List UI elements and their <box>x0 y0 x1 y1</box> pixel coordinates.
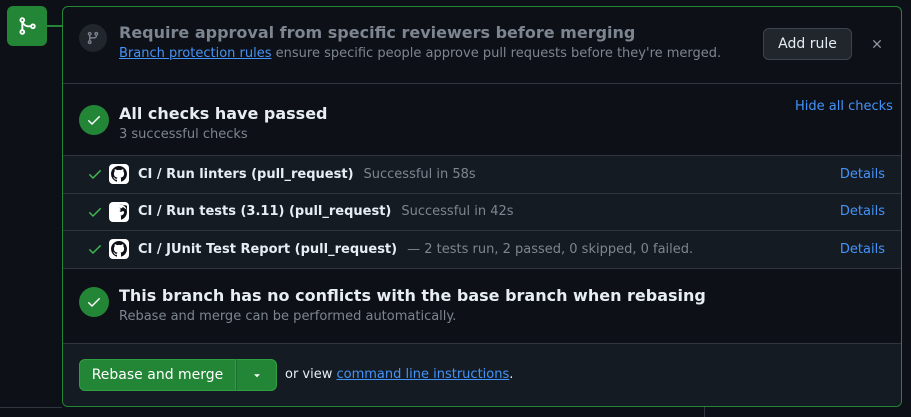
merge-button-group: Rebase and merge <box>79 358 277 391</box>
merge-actions: Rebase and merge or view command line in… <box>63 343 901 406</box>
command-line-instructions-link[interactable]: command line instructions <box>337 367 510 382</box>
git-branch-icon <box>79 24 107 52</box>
github-logo-icon <box>109 164 129 185</box>
timeline-connector <box>47 25 63 27</box>
merge-alt-prefix: or view <box>285 366 337 382</box>
triangle-down-icon[interactable] <box>236 358 277 391</box>
divider <box>704 407 705 417</box>
approval-subtitle: Branch protection rules ensure specific … <box>119 44 721 64</box>
check-icon <box>87 204 103 220</box>
checks-subtitle: 3 successful checks <box>119 127 248 142</box>
conflicts-title: This branch has no conflicts with the ba… <box>119 285 706 305</box>
check-status: — 2 tests run, 2 passed, 0 skipped, 0 fa… <box>407 241 694 257</box>
approval-title: Require approval from specific reviewers… <box>119 23 636 42</box>
conflicts-section: This branch has no conflicts with the ba… <box>63 269 901 344</box>
check-icon <box>87 166 103 182</box>
checks-list: CI / Run linters (pull_request) Successf… <box>63 156 901 269</box>
github-logo-icon <box>109 201 129 222</box>
branch-protection-rules-link[interactable]: Branch protection rules <box>119 46 272 61</box>
merge-box: Require approval from specific reviewers… <box>62 6 902 407</box>
check-name: CI / Run linters (pull_request) <box>138 166 354 182</box>
add-rule-button[interactable]: Add rule <box>763 28 852 60</box>
check-details-link[interactable]: Details <box>840 204 885 219</box>
git-merge-icon <box>7 6 47 46</box>
check-name: CI / JUnit Test Report (pull_request) <box>138 241 398 257</box>
check-row: CI / Run tests (3.11) (pull_request) Suc… <box>63 194 901 231</box>
rebase-and-merge-button[interactable]: Rebase and merge <box>79 358 236 391</box>
hide-all-checks-link[interactable]: Hide all checks <box>795 99 893 114</box>
check-circle-icon <box>79 286 109 317</box>
merge-alt-suffix: . <box>509 366 514 382</box>
check-status: Successful in 58s <box>363 166 476 182</box>
check-name: CI / Run tests (3.11) (pull_request) <box>138 204 392 220</box>
check-status: Successful in 42s <box>401 204 514 220</box>
close-icon[interactable] <box>867 34 887 54</box>
approval-subtitle-text: ensure specific people approve pull requ… <box>271 46 722 61</box>
check-row: CI / Run linters (pull_request) Successf… <box>63 156 901 194</box>
check-icon <box>87 241 103 257</box>
divider <box>0 407 62 408</box>
checks-summary: All checks have passed 3 successful chec… <box>63 84 901 156</box>
approval-section: Require approval from specific reviewers… <box>63 7 901 84</box>
merge-alternative: or view command line instructions. <box>285 359 513 391</box>
check-details-link[interactable]: Details <box>840 242 885 257</box>
check-row: CI / JUnit Test Report (pull_request) — … <box>63 231 901 269</box>
github-logo-icon <box>109 239 129 260</box>
check-details-link[interactable]: Details <box>840 167 885 182</box>
checks-title: All checks have passed <box>119 104 328 123</box>
conflicts-subtitle: Rebase and merge can be performed automa… <box>119 308 457 324</box>
check-circle-icon <box>79 105 109 135</box>
